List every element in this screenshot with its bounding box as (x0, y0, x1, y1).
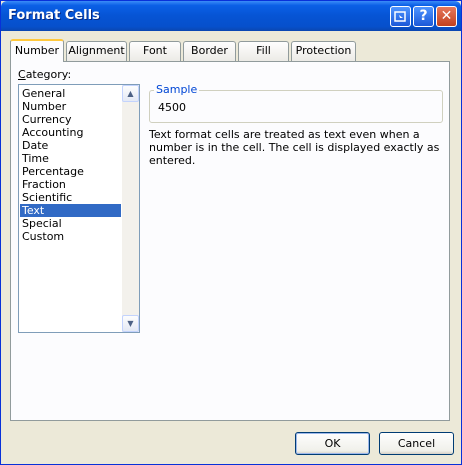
scroll-down-icon[interactable]: ▼ (122, 315, 139, 332)
format-description: Text format cells are treated as text ev… (149, 128, 440, 167)
sample-legend: Sample (154, 83, 200, 96)
category-listbox[interactable]: General Number Currency Accounting Date … (18, 84, 140, 333)
tab-protection[interactable]: Protection (291, 41, 356, 61)
number-tab-panel: Category: General Number Currency Accoun… (10, 61, 450, 421)
tab-number[interactable]: Number (10, 39, 64, 62)
close-button[interactable]: ✕ (436, 6, 457, 27)
category-label: Category: (18, 68, 72, 81)
list-item-fraction[interactable]: Fraction (20, 178, 121, 191)
title-bar[interactable]: Format Cells ? ✕ (1, 1, 461, 31)
dialog-body: Number Alignment Font Border Fill Protec… (4, 31, 458, 461)
list-item-accounting[interactable]: Accounting (20, 126, 121, 139)
scroll-up-icon[interactable]: ▲ (122, 85, 139, 102)
list-item-percentage[interactable]: Percentage (20, 165, 121, 178)
list-item-custom[interactable]: Custom (20, 230, 121, 243)
tab-font[interactable]: Font (129, 41, 181, 61)
tab-alignment[interactable]: Alignment (66, 41, 127, 61)
list-item-scientific[interactable]: Scientific (20, 191, 121, 204)
context-help-icon[interactable] (390, 6, 411, 27)
cancel-button[interactable]: Cancel (379, 432, 454, 455)
tab-border[interactable]: Border (183, 41, 236, 61)
help-button[interactable]: ? (413, 6, 434, 27)
list-item-number[interactable]: Number (20, 100, 121, 113)
window-title: Format Cells (8, 8, 100, 23)
list-item-time[interactable]: Time (20, 152, 121, 165)
list-item-special[interactable]: Special (20, 217, 121, 230)
format-cells-dialog: Format Cells ? ✕ Number Alignment Font B… (0, 0, 462, 465)
tab-fill[interactable]: Fill (238, 41, 289, 61)
category-scrollbar[interactable]: ▲ ▼ (122, 85, 139, 332)
list-item-date[interactable]: Date (20, 139, 121, 152)
ok-button[interactable]: OK (295, 432, 370, 455)
list-item-currency[interactable]: Currency (20, 113, 121, 126)
list-item-text[interactable]: Text (20, 204, 121, 217)
list-item-general[interactable]: General (20, 87, 121, 100)
sample-group: Sample 4500 (149, 83, 443, 123)
sample-value: 4500 (158, 101, 186, 114)
